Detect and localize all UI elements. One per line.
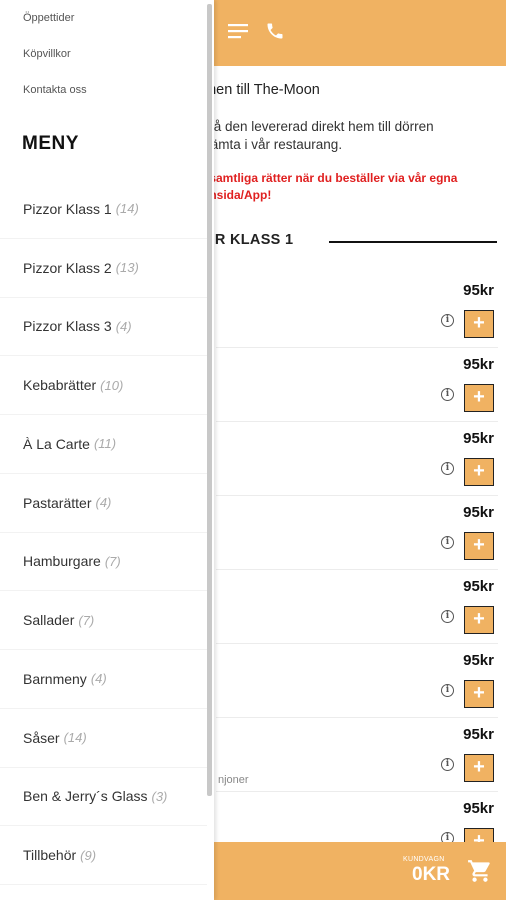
intro-text: ch få den levererad direkt hem till dörr… — [192, 118, 434, 154]
info-icon[interactable]: i — [441, 314, 454, 327]
category-item[interactable]: Tillbehör (9) — [0, 826, 207, 885]
category-name: Sallader — [23, 612, 75, 629]
category-item[interactable]: Ben & Jerry´s Glass (3) — [0, 768, 207, 827]
dish-price: 95kr — [463, 726, 494, 743]
category-count: (10) — [100, 377, 124, 393]
category-count: (7) — [78, 612, 95, 628]
add-to-cart-button[interactable]: + — [464, 680, 494, 708]
drawer-link-opening-hours[interactable]: Öppettider — [23, 12, 74, 24]
dish-price: 95kr — [463, 800, 494, 817]
info-icon[interactable]: i — [441, 388, 454, 401]
category-name: Pizzor Klass 2 — [23, 259, 112, 276]
category-count: (9) — [80, 847, 97, 863]
info-icon[interactable]: i — [441, 758, 454, 771]
category-item[interactable]: À La Carte (11) — [0, 415, 207, 474]
add-to-cart-button[interactable]: + — [464, 310, 494, 338]
category-count: (7) — [104, 553, 121, 569]
category-name: Tillbehör — [23, 847, 77, 864]
info-icon[interactable]: i — [441, 610, 454, 623]
promo-line: till samtliga rätter när du beställer vi… — [192, 171, 458, 185]
cart-total: 0KR — [412, 864, 451, 885]
drawer-scrollbar[interactable] — [207, 4, 212, 796]
add-to-cart-button[interactable]: + — [464, 384, 494, 412]
category-count: (14) — [63, 730, 87, 746]
category-item[interactable]: Hamburgare (7) — [0, 533, 207, 592]
intro-line: tt hämta i vår restaurang. — [192, 137, 343, 152]
category-item[interactable]: Pizzor Klass 1 (14) — [0, 180, 207, 239]
cart-icon[interactable] — [466, 858, 494, 884]
category-item[interactable]: Såser (14) — [0, 709, 207, 768]
category-item[interactable]: Pizzor Klass 2 (13) — [0, 239, 207, 298]
info-icon[interactable]: i — [441, 684, 454, 697]
category-count: (4) — [115, 318, 132, 334]
category-count: (14) — [115, 201, 139, 217]
category-name: À La Carte — [23, 435, 90, 452]
dish-price: 95kr — [463, 356, 494, 373]
category-name: Ben & Jerry´s Glass — [23, 788, 148, 805]
category-item[interactable]: Kebabrätter (10) — [0, 356, 207, 415]
category-name: Kebabrätter — [23, 377, 97, 394]
section-divider — [329, 241, 497, 243]
phone-icon[interactable] — [264, 20, 286, 42]
add-to-cart-button[interactable]: + — [464, 532, 494, 560]
promo-text: till samtliga rätter när du beställer vi… — [192, 170, 457, 204]
hamburger-icon[interactable] — [227, 20, 249, 42]
category-list: Pizzor Klass 1 (14) Pizzor Klass 2 (13) Pizz… — [0, 180, 207, 885]
dish-price: 95kr — [463, 282, 494, 299]
category-name: Barnmeny — [23, 670, 87, 687]
dish-price: 95kr — [463, 430, 494, 447]
category-name: Pizzor Klass 1 — [23, 200, 112, 217]
info-icon[interactable]: i — [441, 462, 454, 475]
add-to-cart-button[interactable]: + — [464, 458, 494, 486]
info-icon[interactable]: i — [441, 536, 454, 549]
drawer-link-contact[interactable]: Kontakta oss — [23, 84, 87, 96]
side-drawer: Öppettider Köpvillkor Kontakta oss MENY … — [0, 0, 214, 900]
category-count: (4) — [95, 495, 112, 511]
add-to-cart-button[interactable]: + — [464, 754, 494, 782]
add-to-cart-button[interactable]: + — [464, 606, 494, 634]
intro-line: ch få den levererad direkt hem till dörr… — [192, 119, 434, 134]
drawer-link-terms[interactable]: Köpvillkor — [23, 48, 71, 60]
category-count: (13) — [115, 260, 139, 276]
category-item[interactable]: Pizzor Klass 3 (4) — [0, 298, 207, 357]
category-item[interactable]: Sallader (7) — [0, 591, 207, 650]
category-count: (3) — [151, 788, 168, 804]
promo-line: hemsida/App! — [192, 188, 272, 202]
category-name: Såser — [23, 729, 60, 746]
category-item[interactable]: Barnmeny (4) — [0, 650, 207, 709]
dish-price: 95kr — [463, 578, 494, 595]
category-name: Hamburgare — [23, 553, 101, 570]
category-name: Pastarätter — [23, 494, 92, 511]
category-count: (11) — [93, 436, 117, 452]
dish-note: njoner — [218, 774, 249, 786]
dish-price: 95kr — [463, 504, 494, 521]
menu-heading: MENY — [22, 133, 79, 154]
category-name: Pizzor Klass 3 — [23, 318, 112, 335]
category-item[interactable]: Pastarätter (4) — [0, 474, 207, 533]
cart-label: KUNDVAGN — [403, 856, 445, 863]
dish-price: 95kr — [463, 652, 494, 669]
category-count: (4) — [90, 671, 107, 687]
